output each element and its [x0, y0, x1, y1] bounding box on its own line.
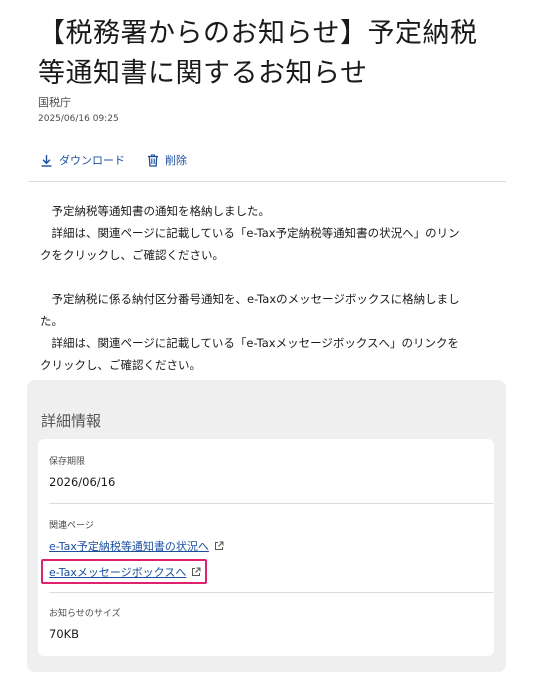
- row-divider: [49, 503, 493, 504]
- details-card: 詳細情報 保存期限 2026/06/16 関連ページ e-Tax予定納税等通知書…: [27, 380, 506, 672]
- trash-icon: [148, 153, 158, 167]
- delete-button[interactable]: 削除: [147, 152, 187, 168]
- message-body: 予定納税等通知書の通知を格納しました。 詳細は、関連ページに記載している「e-T…: [40, 200, 506, 376]
- delete-label: 削除: [165, 154, 187, 167]
- message-line: 予定納税等通知書の通知を格納しました。: [40, 204, 270, 218]
- page-title-line-2: 等通知書に関するお知らせ: [38, 58, 368, 89]
- notice-page: 【税務署からのお知らせ】予定納税 等通知書に関するお知らせ 国税庁 2025/0…: [0, 0, 533, 684]
- download-icon: [41, 154, 52, 167]
- page-title-line-1: 【税務署からのお知らせ】予定納税: [38, 18, 478, 49]
- size-label: お知らせのサイズ: [49, 609, 121, 619]
- sender-name: 国税庁: [38, 96, 71, 109]
- external-link-icon: [214, 541, 224, 551]
- retention-value: 2026/06/16: [49, 475, 116, 489]
- received-timestamp: 2025/06/16 09:25: [38, 114, 119, 124]
- message-line: 詳細は、関連ページに記載している「e-Taxメッセージボックスへ」のリンクを: [40, 336, 459, 350]
- size-value: 70KB: [49, 627, 80, 641]
- details-heading: 詳細情報: [41, 412, 102, 430]
- message-line: た。: [40, 314, 63, 328]
- related-pages-label: 関連ページ: [49, 521, 94, 531]
- message-line: 予定納税に係る納付区分番号通知を、e-Taxのメッセージボックスに格納しまし: [40, 292, 460, 306]
- toolbar: ダウンロード 削除: [40, 151, 209, 169]
- highlight-box: [41, 559, 207, 584]
- details-list: 保存期限 2026/06/16 関連ページ e-Tax予定納税等通知書の状況へ …: [38, 439, 494, 656]
- download-button[interactable]: ダウンロード: [40, 152, 125, 168]
- page-title: 【税務署からのお知らせ】予定納税 等通知書に関するお知らせ: [38, 14, 508, 94]
- message-line: クリックし、ご確認ください。: [40, 358, 201, 372]
- link-yotei-nozei-status-text: e-Tax予定納税等通知書の状況へ: [49, 540, 209, 553]
- message-line: クをクリックし、ご確認ください。: [40, 248, 224, 262]
- header-divider: [28, 181, 506, 182]
- link-yotei-nozei-status[interactable]: e-Tax予定納税等通知書の状況へ: [49, 538, 224, 554]
- download-label: ダウンロード: [59, 154, 125, 167]
- retention-label: 保存期限: [49, 457, 86, 467]
- row-divider: [49, 592, 493, 593]
- message-line: 詳細は、関連ページに記載している「e-Tax予定納税等通知書の状況へ」のリン: [40, 226, 460, 240]
